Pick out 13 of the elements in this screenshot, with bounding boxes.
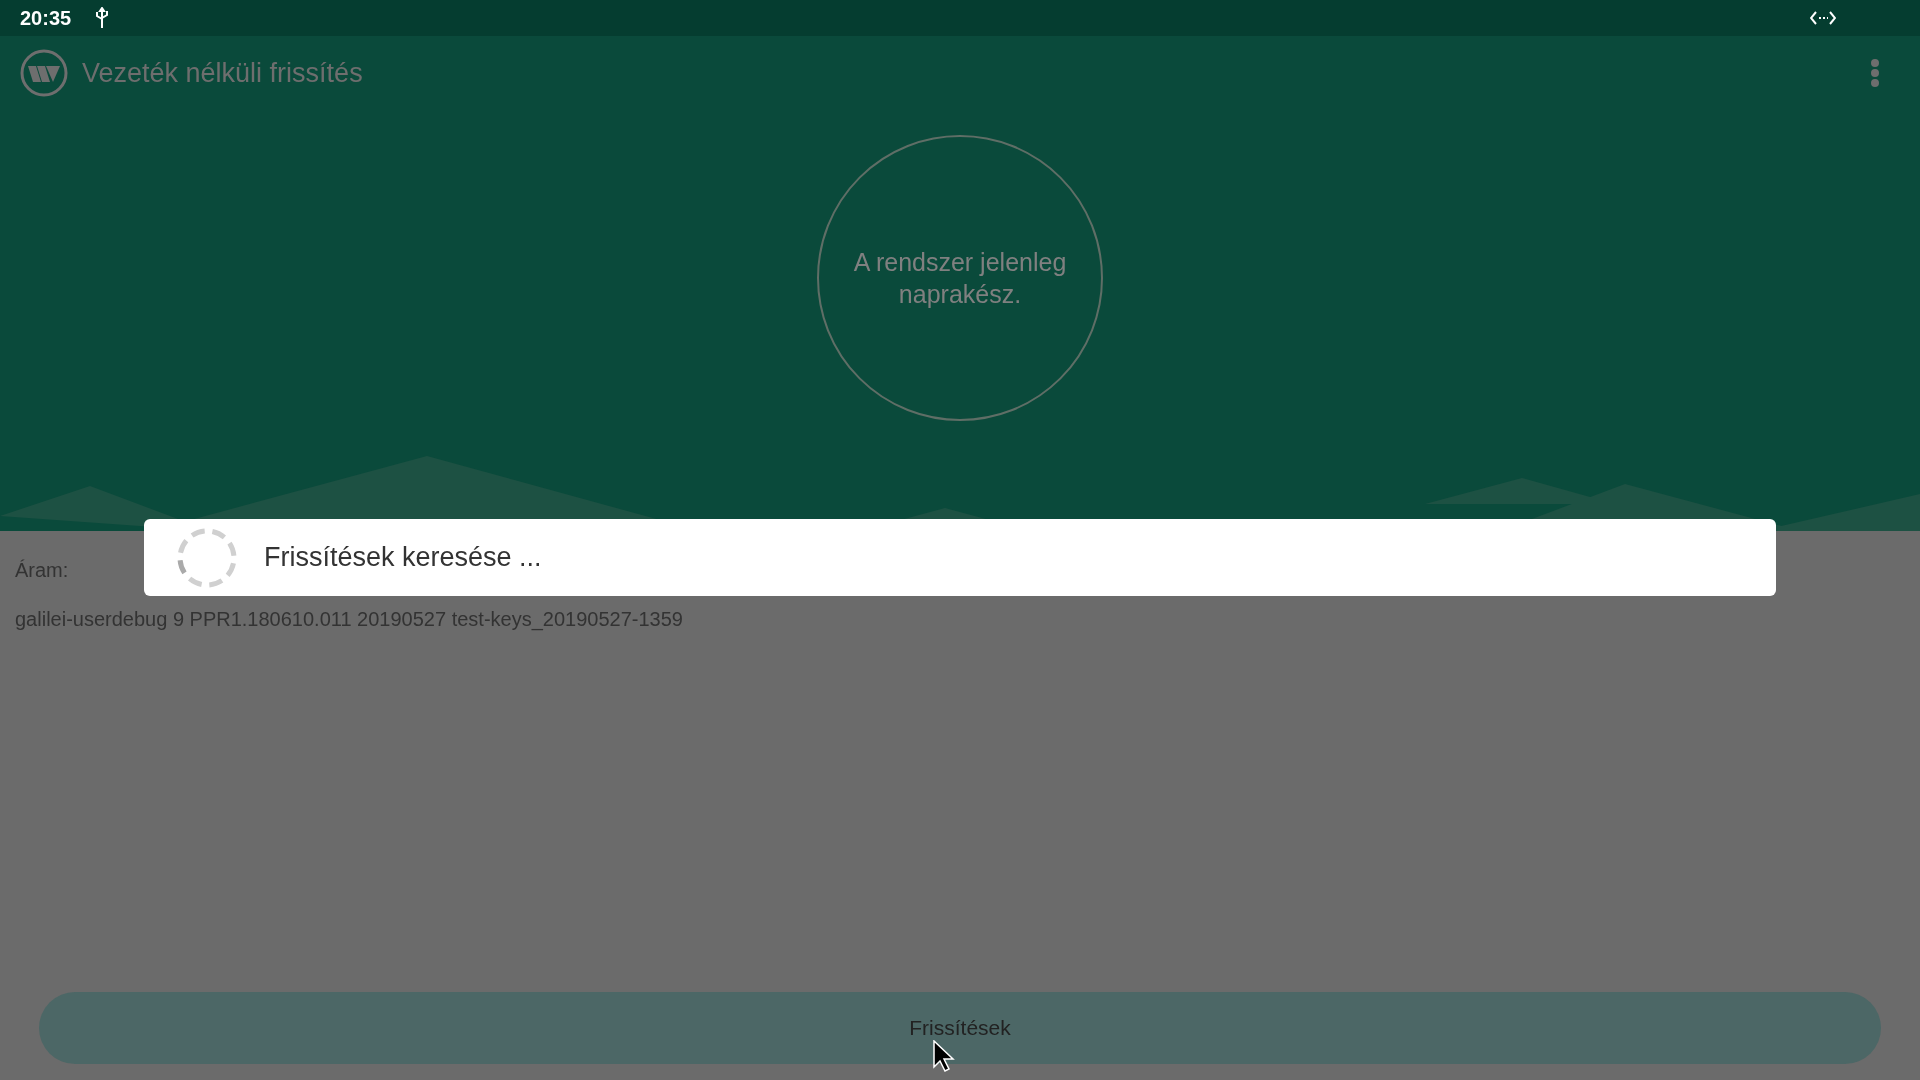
mouse-pointer-icon bbox=[933, 1040, 955, 1072]
code-arrows-icon bbox=[1810, 10, 1836, 26]
status-circle: A rendszer jelenleg naprakész. bbox=[817, 135, 1103, 421]
updates-button[interactable]: Frissítések bbox=[39, 992, 1881, 1064]
version-text: galilei-userdebug 9 PPR1.180610.011 20190527 test-keys_20190527-1359 bbox=[15, 608, 683, 631]
status-time: 20:35 bbox=[20, 6, 72, 30]
usb-icon bbox=[95, 7, 110, 29]
logo-icon bbox=[20, 49, 68, 97]
current-label: Áram: bbox=[15, 559, 69, 582]
more-menu-icon[interactable] bbox=[1870, 58, 1880, 88]
dialog-message: Frissítések keresése ... bbox=[264, 542, 542, 573]
loading-spinner-icon bbox=[176, 526, 238, 589]
app-title: Vezeték nélküli frissítés bbox=[82, 57, 363, 89]
